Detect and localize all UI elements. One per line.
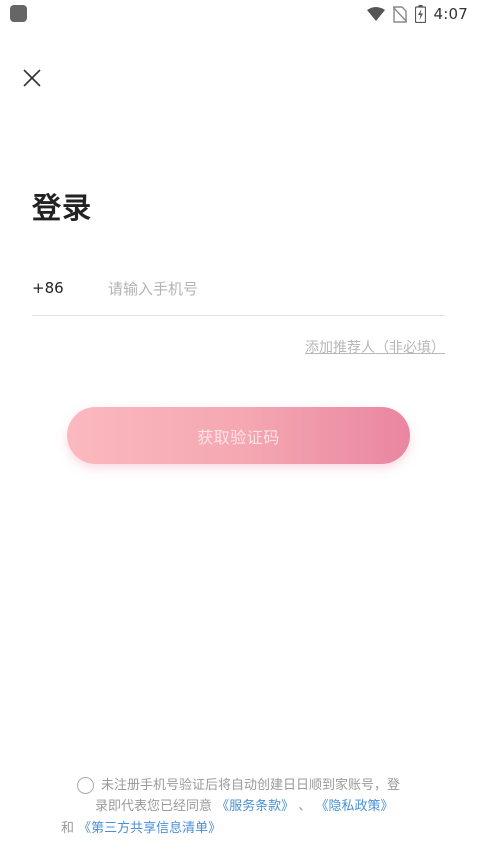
service-terms-link[interactable]: 《服务条款》 (216, 799, 294, 814)
agreement-line-1: 未注册手机号验证后将自动创建日日顺到家账号，登 (101, 775, 400, 796)
status-bar: 4:07 (0, 0, 477, 28)
privacy-policy-link[interactable]: 《隐私政策》 (315, 799, 393, 814)
no-sim-icon (392, 5, 407, 23)
agree-checkbox[interactable] (77, 777, 94, 794)
phone-input-row: +86 (32, 270, 445, 316)
agreement-and: 和 (61, 821, 75, 836)
close-button[interactable] (18, 64, 46, 92)
battery-charging-icon (414, 5, 426, 23)
add-referrer-link[interactable]: 添加推荐人（非必填） (305, 337, 445, 357)
agreement-line-3: 和 《第三方共享信息清单》 (61, 818, 221, 839)
status-icons: 4:07 (366, 4, 468, 24)
agreement-prefix: 录即代表您已经同意 (95, 799, 213, 814)
app-icon (10, 5, 27, 22)
close-icon (23, 69, 41, 87)
agreement-text: 未注册手机号验证后将自动创建日日顺到家账号，登 (101, 778, 401, 793)
wifi-icon (366, 7, 385, 21)
get-code-button[interactable]: 获取验证码 (67, 407, 410, 464)
phone-input[interactable] (108, 274, 438, 304)
agreement-line-2: 录即代表您已经同意 《服务条款》 、 《隐私政策》 (95, 796, 393, 817)
status-time: 4:07 (433, 5, 468, 23)
agreement-separator: 、 (298, 799, 312, 814)
third-party-list-link[interactable]: 《第三方共享信息清单》 (78, 821, 221, 836)
country-code[interactable]: +86 (32, 279, 64, 297)
page-title: 登录 (32, 191, 93, 225)
